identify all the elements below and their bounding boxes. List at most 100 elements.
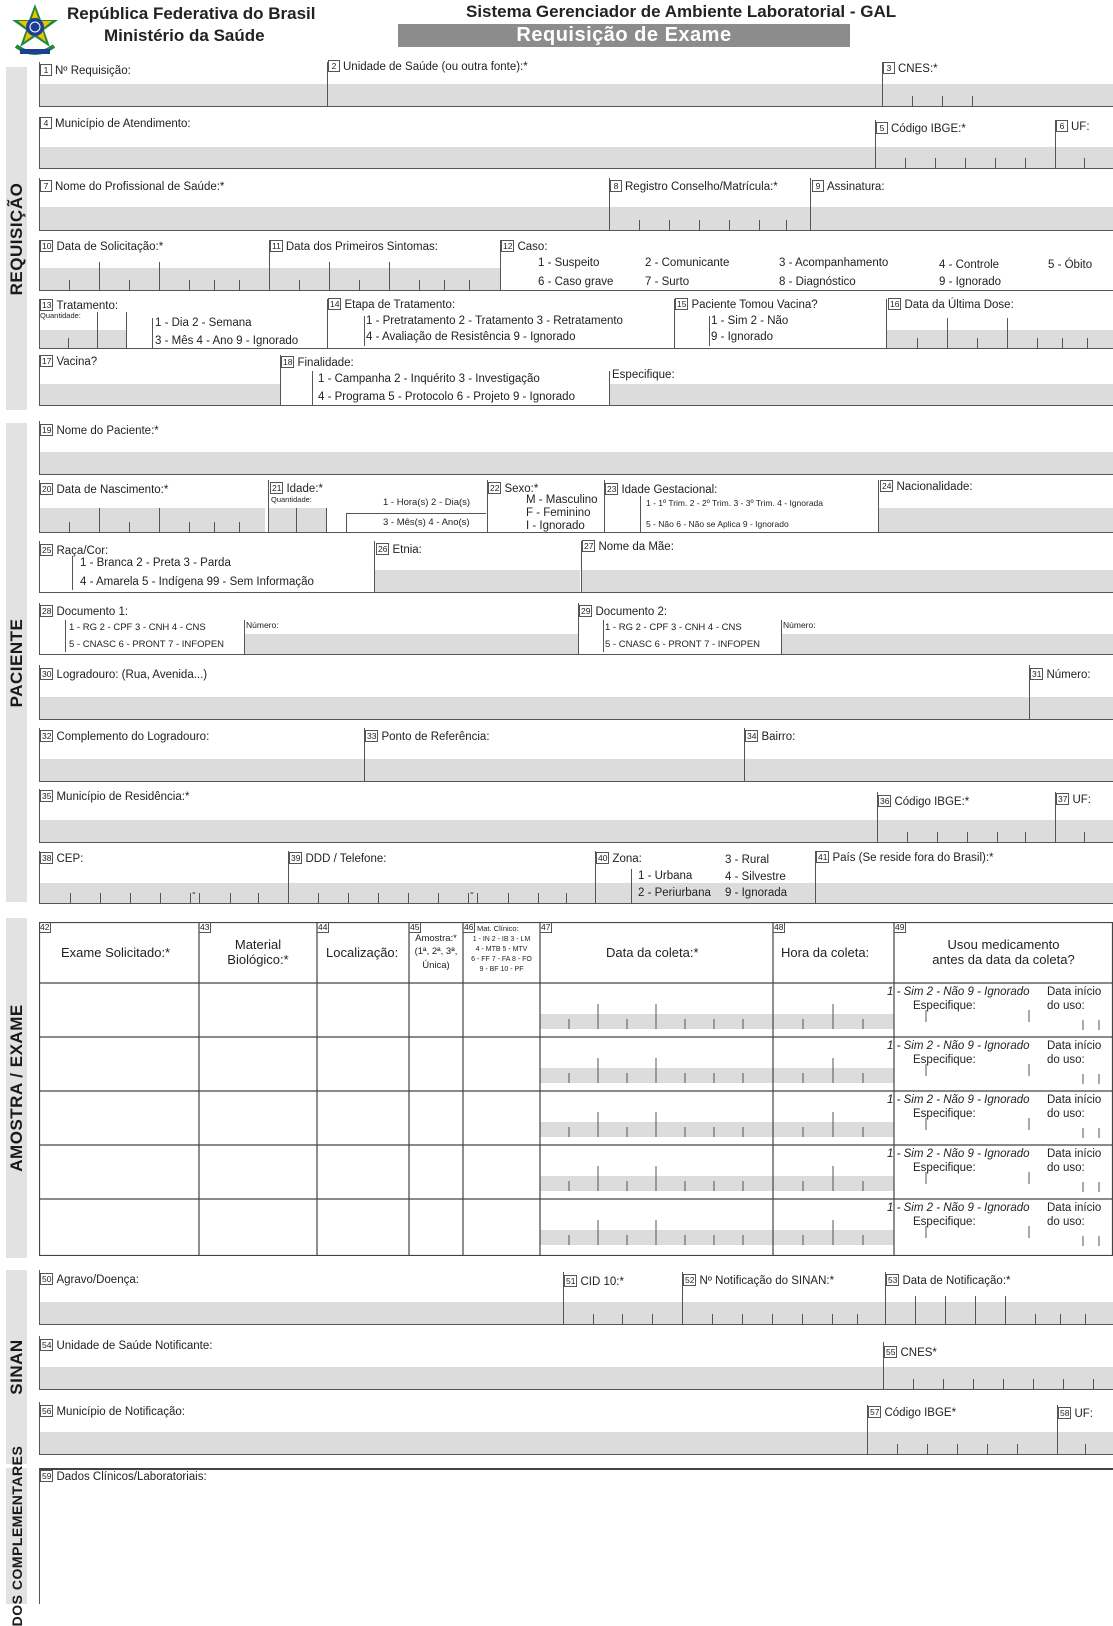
input-data-solicitacao[interactable] [40, 262, 268, 290]
input-nr-requisicao[interactable] [40, 84, 326, 106]
input-pais[interactable] [816, 883, 1113, 903]
table-row[interactable]: 1 - Sim 2 - Não 9 - Ignorado Data início… [39, 984, 1113, 1038]
input-unidade-saude[interactable] [328, 84, 881, 106]
brasil-coat-of-arms-icon [6, 2, 64, 60]
field-12-label: 12 Caso: [501, 240, 548, 253]
input-codigo-ibge-residencia[interactable] [878, 820, 1054, 842]
input-municipio-residencia[interactable] [40, 820, 876, 842]
medicamento-options[interactable]: 1 - Sim 2 - Não 9 - Ignorado [887, 1202, 1030, 1215]
input-nome-paciente[interactable] [40, 452, 1113, 474]
input-registro-conselho[interactable] [610, 207, 809, 230]
etapa-options[interactable]: 1 - Pretratamento 2 - Tratamento 3 - Ret… [366, 315, 623, 328]
input-assinatura[interactable] [811, 207, 1113, 230]
caso-option[interactable]: 1 - Suspeito [538, 257, 599, 270]
table-row[interactable]: 1 - Sim 2 - Não 9 - Ignorado Data início… [39, 1146, 1113, 1200]
table-row[interactable]: 1 - Sim 2 - Não 9 - Ignorado Data início… [39, 1200, 1113, 1256]
caso-option[interactable]: 2 - Comunicante [645, 257, 729, 270]
input-logradouro[interactable] [40, 697, 1028, 719]
gestacional-options[interactable]: 5 - Não 6 - Não se Aplica 9 - Ignorado [646, 519, 789, 530]
zona-option[interactable]: 9 - Ignorada [725, 887, 787, 900]
field-10-label: 10 Data de Solicitação:* [40, 240, 164, 253]
caso-option[interactable]: 3 - Acompanhamento [779, 257, 888, 270]
input-data-notificacao[interactable] [886, 1302, 1113, 1324]
zona-option[interactable]: 2 - Periurbana [638, 887, 711, 900]
caso-option[interactable]: 9 - Ignorado [939, 276, 1001, 289]
input-numero[interactable] [1030, 697, 1113, 719]
do-uso-label: do uso: [1047, 1054, 1085, 1066]
input-documento-1-numero[interactable] [245, 634, 578, 654]
zona-option[interactable]: 3 - Rural [725, 854, 769, 867]
input-data-primeiros-sintomas[interactable] [270, 262, 499, 290]
doc1-options[interactable]: 5 - CNASC 6 - PRONT 7 - INFOPEN [69, 639, 224, 651]
medicamento-options[interactable]: 1 - Sim 2 - Não 9 - Ignorado [887, 1094, 1030, 1107]
finalidade-options[interactable]: 4 - Programa 5 - Protocolo 6 - Projeto 9… [318, 391, 575, 404]
raca-options[interactable]: 1 - Branca 2 - Preta 3 - Parda [80, 557, 231, 570]
input-especifique-finalidade[interactable] [610, 384, 1113, 405]
input-nome-mae[interactable] [582, 570, 1113, 592]
medicamento-options[interactable]: 1 - Sim 2 - Não 9 - Ignorado [887, 986, 1030, 999]
input-cep[interactable] [40, 883, 287, 903]
doc2-options[interactable]: 5 - CNASC 6 - PRONT 7 - INFOPEN [605, 639, 760, 651]
raca-options[interactable]: 4 - Amarela 5 - Indígena 99 - Sem Inform… [80, 576, 314, 589]
table-row[interactable]: 1 - Sim 2 - Não 9 - Ignorado Data início… [39, 1038, 1113, 1092]
input-cnes[interactable] [883, 84, 1113, 106]
input-complemento[interactable] [40, 759, 363, 781]
sexo-option[interactable]: F - Feminino [526, 507, 591, 520]
input-unidade-notificante[interactable] [40, 1367, 882, 1389]
caso-option[interactable]: 6 - Caso grave [538, 276, 613, 289]
sexo-option[interactable]: I - Ignorado [526, 520, 585, 533]
form-title-bar: Requisição de Exame [398, 24, 850, 47]
input-municipio-notificacao[interactable] [40, 1432, 866, 1454]
input-codigo-ibge[interactable] [876, 147, 1054, 168]
input-data-ultima-dose[interactable] [888, 318, 1113, 348]
caso-option[interactable]: 4 - Controle [939, 259, 999, 272]
col-43-number: 43 [199, 922, 212, 933]
section-paciente: PACIENTE [6, 423, 27, 902]
idade-options[interactable]: 3 - Mês(s) 4 - Ano(s) [383, 517, 470, 529]
tratamento-options[interactable]: 3 - Mês 4 - Ano 9 - Ignorado [155, 335, 298, 348]
col-48-number: 48 [773, 922, 786, 933]
gestacional-options[interactable]: 1 - 1º Trim. 2 - 2º Trim. 3 - 3º Trim. 4… [646, 498, 823, 509]
table-row[interactable]: 1 - Sim 2 - Não 9 - Ignorado Data início… [39, 1092, 1113, 1146]
input-ponto-referencia[interactable] [365, 759, 743, 781]
caso-option[interactable]: 5 - Óbito [1048, 259, 1092, 272]
medicamento-options[interactable]: 1 - Sim 2 - Não 9 - Ignorado [887, 1148, 1030, 1161]
input-uf-residencia[interactable] [1056, 820, 1113, 842]
input-etnia[interactable] [375, 570, 580, 592]
input-uf-notificacao[interactable] [1058, 1432, 1113, 1454]
finalidade-options[interactable]: 1 - Campanha 2 - Inquérito 3 - Investiga… [318, 373, 540, 386]
input-codigo-ibge-notificacao[interactable] [868, 1432, 1056, 1454]
input-nacionalidade[interactable] [880, 508, 1113, 532]
tratamento-options[interactable]: 1 - Dia 2 - Semana [155, 317, 252, 330]
caso-option[interactable]: 7 - Surto [645, 276, 689, 289]
doc1-options[interactable]: 1 - RG 2 - CPF 3 - CNH 4 - CNS [69, 622, 206, 634]
input-documento-2-numero[interactable] [782, 634, 1113, 654]
doc2-options[interactable]: 1 - RG 2 - CPF 3 - CNH 4 - CNS [605, 622, 742, 634]
input-municipio-atendimento[interactable] [40, 147, 874, 168]
field-28-label: 28 Documento 1: [40, 605, 129, 618]
sexo-option[interactable]: M - Masculino [526, 494, 598, 507]
etapa-options[interactable]: 4 - Avaliação de Resistência 9 - Ignorad… [366, 331, 575, 344]
field-7-label: 7 Nome do Profissional de Saúde:* [40, 180, 224, 194]
col-localizacao: Localização: [326, 945, 399, 960]
input-data-nascimento[interactable] [40, 508, 267, 532]
input-agravo-doenca[interactable] [40, 1302, 562, 1324]
input-telefone[interactable] [289, 883, 594, 903]
idade-options[interactable]: 1 - Hora(s) 2 - Dia(s) [383, 497, 470, 509]
vacina-options[interactable]: 1 - Sim 2 - Não [711, 315, 788, 328]
zona-option[interactable]: 1 - Urbana [638, 870, 692, 883]
medicamento-options[interactable]: 1 - Sim 2 - Não 9 - Ignorado [887, 1040, 1030, 1053]
input-notificacao-sinan[interactable] [683, 1302, 884, 1324]
input-cid10[interactable] [564, 1302, 681, 1324]
input-cnes-notificante[interactable] [884, 1367, 1113, 1389]
zona-option[interactable]: 4 - Silvestre [725, 871, 786, 884]
input-nome-profissional[interactable] [40, 207, 608, 230]
field-8-label: 8 Registro Conselho/Matrícula:* [610, 180, 778, 194]
vacina-options[interactable]: 9 - Ignorado [711, 331, 773, 344]
input-vacina[interactable] [40, 384, 279, 405]
dados-clinicos-box[interactable] [39, 1468, 1113, 1604]
caso-option[interactable]: 8 - Diagnóstico [779, 276, 856, 289]
input-bairro[interactable] [745, 759, 1113, 781]
especifique-label: Especifique: [913, 1162, 976, 1174]
input-uf[interactable] [1056, 147, 1113, 168]
